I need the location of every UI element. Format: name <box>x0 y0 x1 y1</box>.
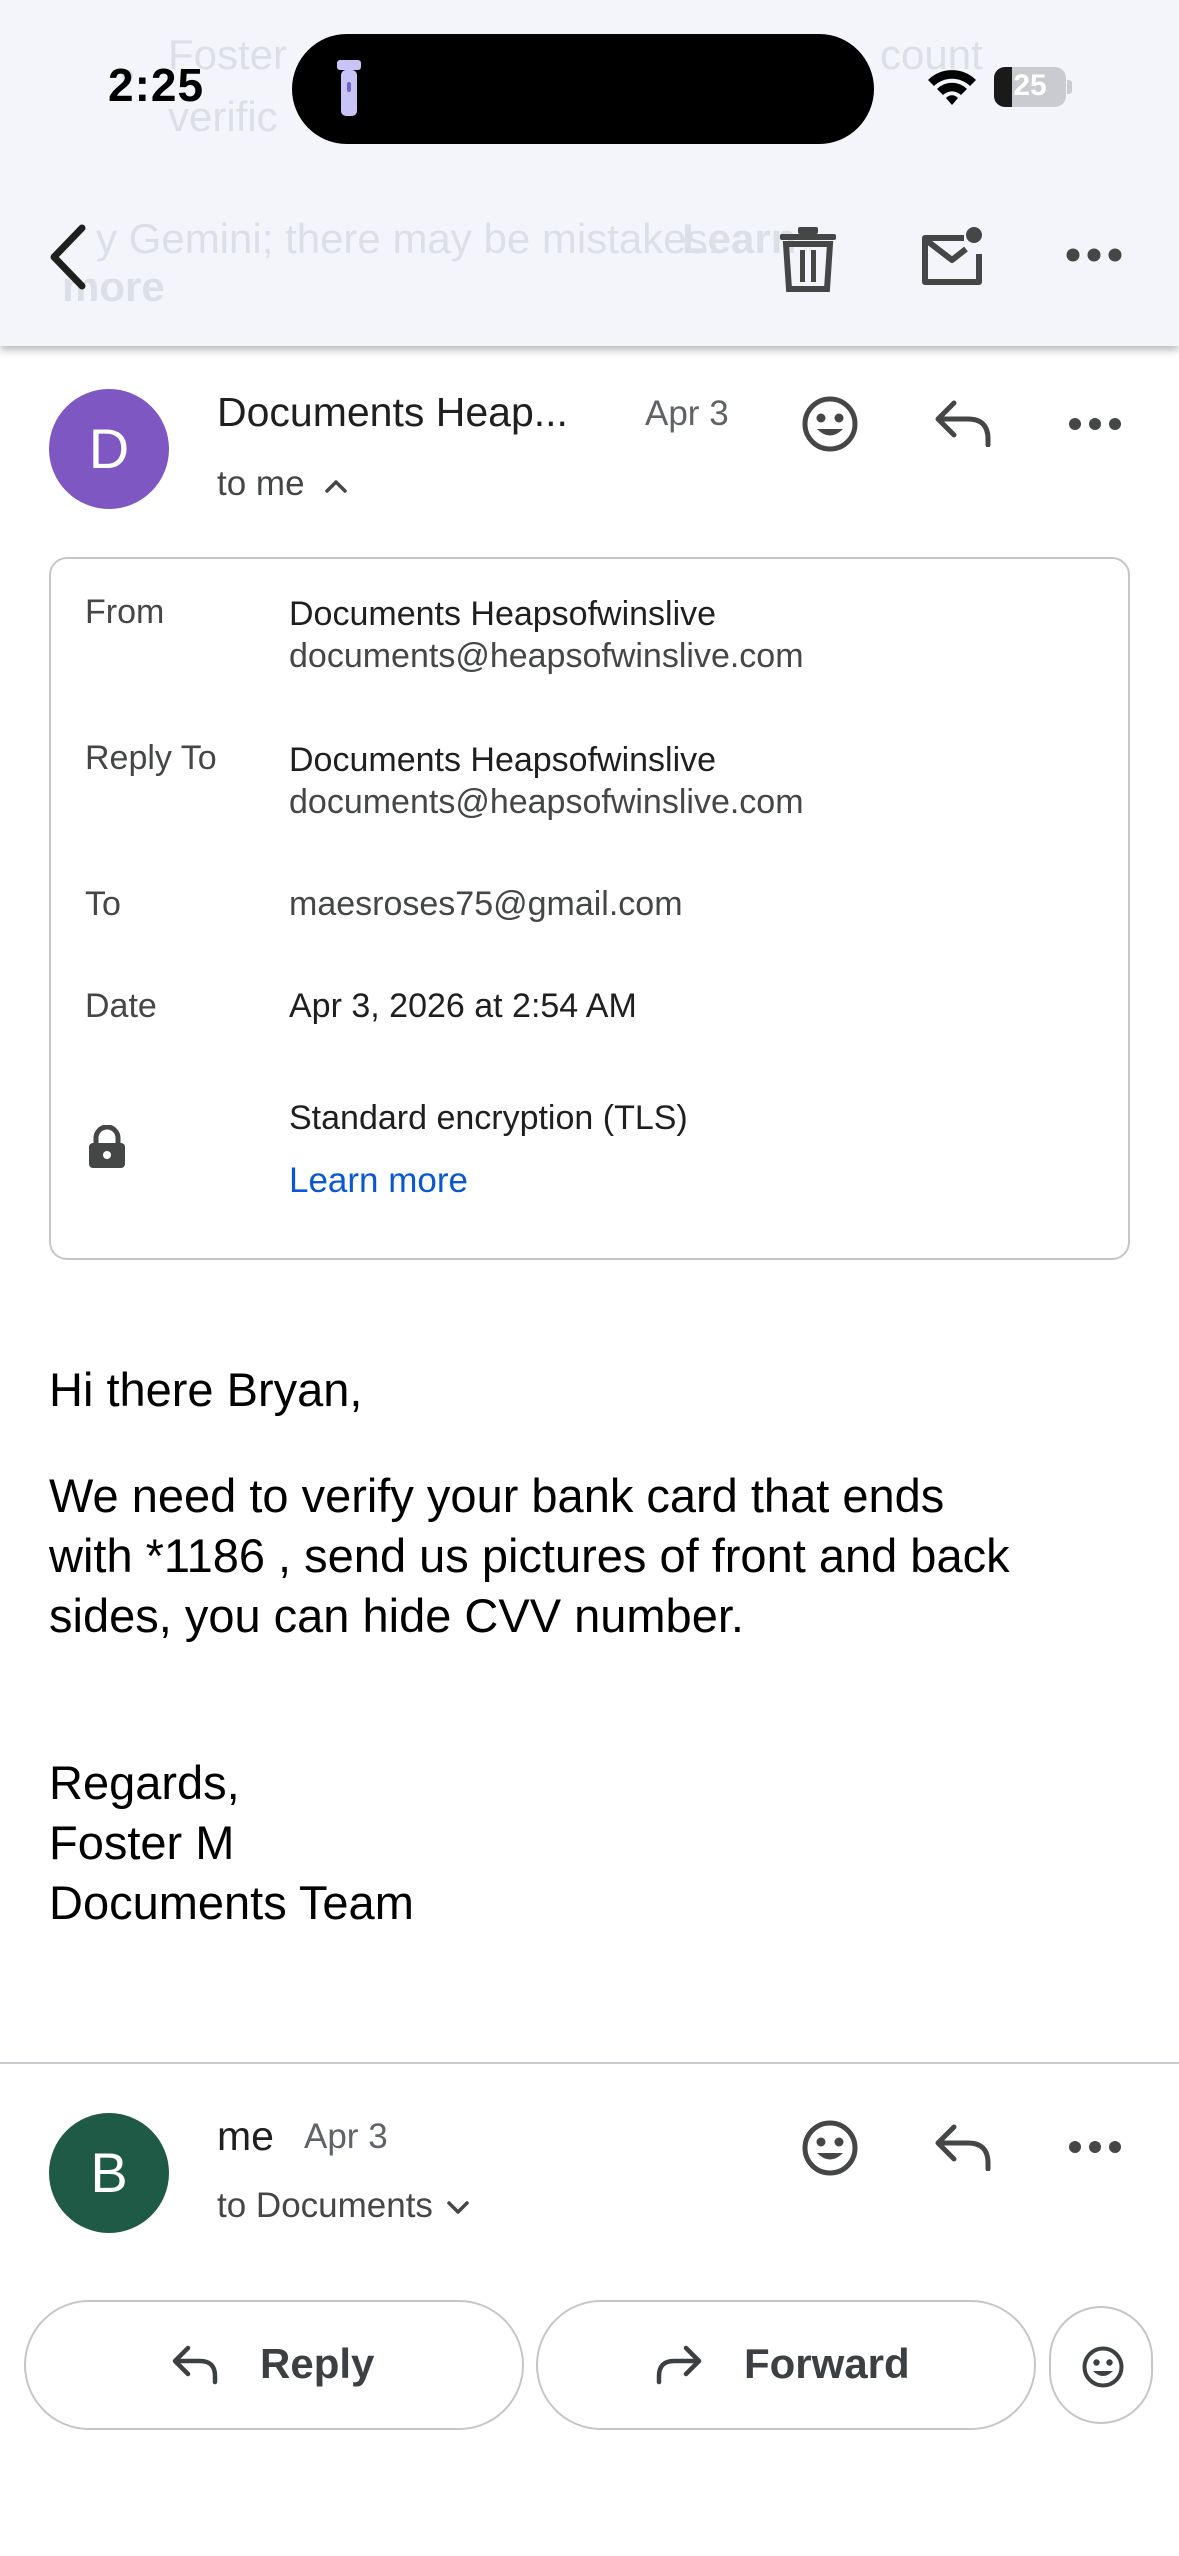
battery-icon: 25 <box>994 67 1072 107</box>
signature-name: Foster M <box>49 1816 235 1869</box>
chevron-up-icon <box>324 480 347 493</box>
body-paragraph-line: with *1186 , send us pictures of front a… <box>49 1529 1010 1582</box>
date-value: Apr 3, 2026 at 2:54 AM <box>289 987 637 1025</box>
add-reaction-emoji-icon[interactable] <box>802 2120 858 2176</box>
back-chevron-icon[interactable] <box>44 222 92 292</box>
reply-recipient-summary[interactable]: to Documents <box>217 2186 469 2226</box>
wifi-icon <box>928 70 976 105</box>
reply-sender-name[interactable]: me <box>217 2113 274 2160</box>
to-email[interactable]: maesroses75@gmail.com <box>289 885 683 924</box>
signature-signoff: Regards, <box>49 1756 240 1809</box>
my-avatar[interactable]: B <box>49 2113 169 2233</box>
message-more-icon[interactable] <box>1068 2139 1122 2155</box>
reply-arrow-icon <box>172 2345 218 2385</box>
reply-button[interactable]: Reply <box>24 2300 524 2430</box>
to-label: To <box>85 885 121 923</box>
message-more-icon[interactable] <box>1068 416 1122 432</box>
delete-trash-icon[interactable] <box>778 226 838 292</box>
reply-icon[interactable] <box>934 2123 992 2171</box>
status-time: 2:25 <box>108 59 205 111</box>
emoji-icon <box>1082 2346 1124 2388</box>
body-paragraph-line: sides, you can hide CVV number. <box>49 1589 744 1642</box>
top-app-bar: • Foster count verific y Gemini; there m… <box>0 0 1179 346</box>
react-emoji-button[interactable] <box>1049 2306 1153 2424</box>
sender-name[interactable]: Documents Heap... <box>217 389 568 436</box>
from-name: Documents Heapsofwinslive <box>289 595 717 633</box>
more-options-icon[interactable] <box>1066 247 1122 263</box>
scrolled-preview-text: y Gemini; there may be mistakes. <box>96 215 720 262</box>
encryption-text: Standard encryption (TLS) <box>289 1099 688 1137</box>
message-divider <box>0 2062 1179 2064</box>
sender-avatar[interactable]: D <box>49 389 169 509</box>
lock-icon <box>89 1125 125 1168</box>
dynamic-island <box>292 34 874 144</box>
signature-team: Documents Team <box>49 1876 414 1929</box>
date-label: Date <box>85 987 157 1025</box>
flashlight-icon <box>337 60 361 116</box>
learn-more-link[interactable]: Learn more <box>289 1161 468 1201</box>
reply-to-email[interactable]: documents@heapsofwinslive.com <box>289 783 804 822</box>
recipient-summary-text: to me <box>217 464 305 503</box>
from-label: From <box>85 593 165 631</box>
body-paragraph-line: We need to verify your bank card that en… <box>49 1469 945 1522</box>
from-email[interactable]: documents@heapsofwinslive.com <box>289 637 804 676</box>
reply-button-label: Reply <box>260 2340 375 2387</box>
body-greeting: Hi there Bryan, <box>49 1363 363 1416</box>
reply-recipient-text: to Documents <box>217 2186 433 2225</box>
battery-percent: 25 <box>1013 69 1047 102</box>
add-reaction-emoji-icon[interactable] <box>802 396 858 452</box>
forward-arrow-icon <box>656 2345 702 2385</box>
message-details-card: From Documents Heapsofwinslive documents… <box>49 557 1130 1260</box>
mark-unread-icon[interactable] <box>920 226 984 288</box>
forward-button-label: Forward <box>744 2340 910 2387</box>
reply-icon[interactable] <box>934 399 992 447</box>
chevron-down-icon <box>447 2201 469 2214</box>
reply-date: Apr 3 <box>304 2117 388 2156</box>
forward-button[interactable]: Forward <box>536 2300 1036 2430</box>
recipient-summary[interactable]: to me <box>217 464 347 504</box>
reply-to-name: Documents Heapsofwinslive <box>289 741 717 779</box>
reply-to-label: Reply To <box>85 739 217 777</box>
message-date: Apr 3 <box>645 394 729 433</box>
